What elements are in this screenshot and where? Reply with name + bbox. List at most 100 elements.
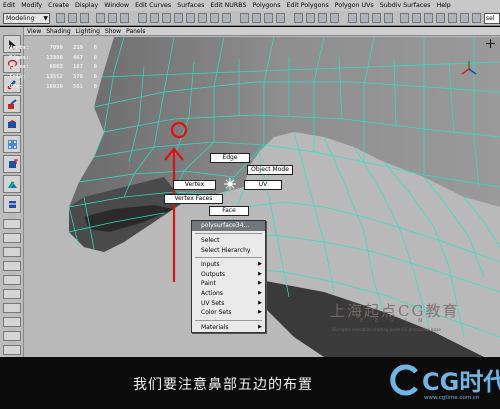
marking-menu-vertex[interactable]: Vertex xyxy=(173,180,216,190)
viewport-menu-show[interactable]: Show xyxy=(105,28,121,35)
hud-value: 0 xyxy=(93,64,97,71)
trax-editor-icon[interactable] xyxy=(460,13,469,23)
script-editor-icon[interactable] xyxy=(472,13,481,23)
menu-edit[interactable]: Edit xyxy=(3,2,15,9)
menu-item-inputs[interactable]: Inputs ▶ xyxy=(192,260,265,270)
mask-curves-icon[interactable] xyxy=(162,13,171,23)
menu-item-select[interactable]: Select xyxy=(192,236,265,246)
select-component-icon[interactable] xyxy=(120,13,129,23)
layout-hypershade-icon[interactable] xyxy=(3,289,21,299)
mask-surfaces-icon[interactable] xyxy=(174,13,183,23)
menu-window[interactable]: Window xyxy=(104,2,129,9)
viewport-menu-shading[interactable]: Shading xyxy=(46,28,70,35)
menu-edit-polygons[interactable]: Edit Polygons xyxy=(287,2,329,9)
viewport-menu-panels[interactable]: Panels xyxy=(126,28,145,35)
menu-edit-nurbs[interactable]: Edit NURBS xyxy=(210,2,246,9)
menu-item-paint[interactable]: Paint ▶ xyxy=(192,279,265,289)
save-scene-icon[interactable] xyxy=(80,13,89,23)
snap-curve-icon[interactable] xyxy=(252,13,261,23)
hud-value: 219 xyxy=(72,45,83,51)
ipr-render-icon[interactable] xyxy=(318,13,327,23)
layer-icon[interactable] xyxy=(400,13,409,23)
menu-polygon-uvs[interactable]: Polygon UVs xyxy=(335,2,374,9)
mode-selector-value: Modeling xyxy=(6,15,35,22)
select-name-field[interactable]: sel xyxy=(484,13,500,24)
layout-persp-outliner-icon[interactable] xyxy=(3,261,21,271)
mask-deformers-icon[interactable] xyxy=(186,13,195,23)
marking-menu-edge[interactable]: Edge xyxy=(210,153,250,163)
tool-settings-icon[interactable] xyxy=(372,13,381,23)
menu-help[interactable]: Help xyxy=(436,2,450,9)
layout-custom-icon[interactable] xyxy=(3,345,21,355)
select-hierarchy-icon[interactable] xyxy=(96,13,105,23)
mask-dynamics-icon[interactable] xyxy=(198,13,207,23)
render-globals-icon[interactable] xyxy=(330,13,339,23)
menu-surfaces[interactable]: Surfaces xyxy=(177,2,204,9)
hud-value: 6803 xyxy=(49,64,63,71)
layout-script-icon[interactable] xyxy=(3,331,21,341)
menu-display[interactable]: Display xyxy=(75,2,98,9)
mask-handles-icon[interactable] xyxy=(138,13,147,23)
menu-item-uv-sets[interactable]: UV Sets ▶ xyxy=(192,299,265,309)
snap-plane-icon[interactable] xyxy=(276,13,285,23)
context-menu-title[interactable]: polysurface34... xyxy=(192,221,265,231)
menu-item-outputs[interactable]: Outputs ▶ xyxy=(192,270,265,280)
snap-point-icon[interactable] xyxy=(264,13,273,23)
menu-edit-curves[interactable]: Edit Curves xyxy=(135,2,171,9)
menu-item-label: UV Sets xyxy=(201,299,225,307)
submenu-arrow-icon: ▶ xyxy=(258,261,262,268)
menu-item-actions[interactable]: Actions ▶ xyxy=(192,289,265,299)
channel-box-icon[interactable] xyxy=(384,13,393,23)
scale-tool-icon[interactable] xyxy=(3,135,21,153)
main-menu-bar: Edit Modify Create Display Window Edit Curves… xyxy=(0,0,500,11)
viewport-menu-lighting[interactable]: Lighting xyxy=(76,28,100,35)
menu-item-color-sets[interactable]: Color Sets ▶ xyxy=(192,308,265,318)
hud-value: 0 xyxy=(93,45,97,51)
marking-menu-object-mode[interactable]: Object Mode xyxy=(247,165,293,175)
outliner-icon[interactable] xyxy=(412,13,421,23)
submenu-arrow-icon: ▶ xyxy=(258,270,262,277)
layout-trax-icon[interactable] xyxy=(3,303,21,313)
snap-grid-icon[interactable] xyxy=(240,13,249,23)
graph-editor-icon[interactable] xyxy=(436,13,445,23)
viewport-menu-view[interactable]: View xyxy=(27,28,41,35)
marking-menu-vertex-faces[interactable]: Vertex Faces xyxy=(164,194,223,204)
marking-menu-uv[interactable]: UV xyxy=(244,180,282,190)
poly-count-hud: Verts: 7099 219 0 Edges: 13900 467 0 Faces: 6803 1… xyxy=(9,44,97,93)
marking-menu-face[interactable]: Face xyxy=(209,206,249,216)
soft-mod-tool-icon[interactable] xyxy=(3,175,21,193)
mask-rendering-icon[interactable] xyxy=(210,13,219,23)
manipulator-tool-icon[interactable] xyxy=(3,155,21,173)
attribute-editor-icon[interactable] xyxy=(360,13,369,23)
layout-single-icon[interactable] xyxy=(3,219,21,229)
open-scene-icon[interactable] xyxy=(68,13,77,23)
last-tool-icon[interactable] xyxy=(3,195,21,213)
dope-sheet-icon[interactable] xyxy=(448,13,457,23)
render-icon[interactable] xyxy=(306,13,315,23)
hud-label: UVs: xyxy=(9,83,23,90)
input-line-icon[interactable] xyxy=(348,13,357,23)
menu-polygons[interactable]: Polygons xyxy=(253,2,281,9)
layout-four-icon[interactable] xyxy=(3,233,21,243)
menu-modify[interactable]: Modify xyxy=(21,2,42,9)
select-object-icon[interactable] xyxy=(108,13,117,23)
mask-joints-icon[interactable] xyxy=(150,13,159,23)
hud-value: 0 xyxy=(93,83,97,90)
move-tool-icon[interactable] xyxy=(3,95,21,113)
menu-create[interactable]: Create xyxy=(48,2,69,9)
submenu-arrow-icon: ▶ xyxy=(258,323,262,330)
chevron-down-icon: ▼ xyxy=(43,15,48,22)
rotate-tool-icon[interactable] xyxy=(3,115,21,133)
layout-graph-icon[interactable] xyxy=(3,275,21,285)
history-icon[interactable] xyxy=(294,13,303,23)
mode-selector[interactable]: Modeling ▼ xyxy=(3,13,50,24)
hypershade-icon[interactable] xyxy=(424,13,433,23)
menu-item-materials[interactable]: Materials ▶ xyxy=(192,323,265,333)
menu-item-select-hierarchy[interactable]: Select Hierarchy xyxy=(192,246,265,256)
layout-render-icon[interactable] xyxy=(3,317,21,327)
new-scene-icon[interactable] xyxy=(56,13,65,23)
menu-subdiv-surfaces[interactable]: Subdiv Surfaces xyxy=(380,2,431,9)
layout-side-icon[interactable] xyxy=(3,247,21,257)
submenu-arrow-icon: ▶ xyxy=(258,299,262,306)
mask-misc-icon[interactable] xyxy=(222,13,231,23)
